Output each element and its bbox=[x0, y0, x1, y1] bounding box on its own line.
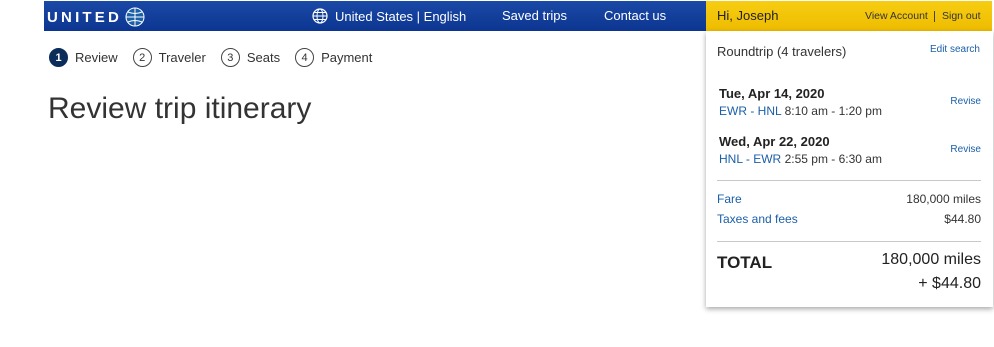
step-payment[interactable]: 4 Payment bbox=[295, 48, 372, 67]
segment-times: 2:55 pm - 6:30 am bbox=[784, 152, 882, 166]
step-traveler[interactable]: 2 Traveler bbox=[132, 48, 206, 67]
step-number: 1 bbox=[49, 48, 68, 67]
view-account-link[interactable]: View Account bbox=[865, 1, 928, 31]
edit-search-link[interactable]: Edit search bbox=[930, 44, 980, 55]
revise-link[interactable]: Revise bbox=[950, 96, 981, 107]
segment-date: Tue, Apr 14, 2020 bbox=[719, 86, 825, 101]
revise-link[interactable]: Revise bbox=[950, 144, 981, 155]
fare-value: 180,000 miles bbox=[906, 192, 981, 206]
account-bar: Hi, Joseph View Account Sign out bbox=[706, 1, 992, 31]
flight-segment: Tue, Apr 14, 2020 EWR - HNL 8:10 am - 1:… bbox=[719, 86, 981, 118]
united-logo[interactable]: UNITED bbox=[47, 7, 145, 27]
user-greeting: Hi, Joseph bbox=[717, 8, 779, 23]
divider bbox=[717, 241, 981, 242]
account-divider bbox=[934, 11, 935, 22]
locale-selector[interactable]: United States | English bbox=[312, 1, 466, 31]
segment-route-link[interactable]: EWR - HNL bbox=[719, 104, 781, 118]
locale-label: United States | English bbox=[335, 8, 467, 24]
total-cash: + $44.80 bbox=[918, 275, 981, 292]
step-label: Seats bbox=[246, 50, 281, 65]
step-seats[interactable]: 3 Seats bbox=[220, 48, 281, 67]
step-label: Payment bbox=[321, 50, 373, 65]
fare-label[interactable]: Fare bbox=[717, 192, 742, 206]
step-number: 2 bbox=[132, 48, 152, 67]
total-label: TOTAL bbox=[717, 253, 773, 272]
step-label: Review bbox=[75, 50, 118, 65]
globe-icon bbox=[312, 8, 328, 24]
contact-us-link[interactable]: Contact us bbox=[604, 1, 666, 31]
sign-out-link[interactable]: Sign out bbox=[942, 1, 981, 31]
fare-row: Fare 180,000 miles bbox=[717, 192, 981, 206]
divider bbox=[717, 180, 981, 181]
trip-summary-panel: Roundtrip (4 travelers) Edit search Tue,… bbox=[706, 31, 993, 307]
step-label: Traveler bbox=[158, 50, 206, 65]
flight-segment: Wed, Apr 22, 2020 HNL - EWR 2:55 pm - 6:… bbox=[719, 134, 981, 166]
page: UNITED United States | English Saved tri… bbox=[0, 0, 994, 347]
taxes-row: Taxes and fees $44.80 bbox=[717, 212, 981, 226]
logo-text: UNITED bbox=[47, 8, 123, 26]
segment-date: Wed, Apr 22, 2020 bbox=[719, 134, 830, 149]
segment-detail: HNL - EWR 2:55 pm - 6:30 am bbox=[719, 152, 981, 166]
trip-type-heading: Roundtrip (4 travelers) bbox=[717, 44, 847, 59]
segment-route-link[interactable]: HNL - EWR bbox=[719, 152, 781, 166]
total-miles: 180,000 miles bbox=[881, 251, 981, 268]
top-nav-bar: UNITED United States | English Saved tri… bbox=[44, 1, 706, 31]
checkout-steps: 1 Review 2 Traveler 3 Seats 4 Payment bbox=[49, 48, 387, 67]
taxes-label[interactable]: Taxes and fees bbox=[717, 212, 798, 226]
page-title: Review trip itinerary bbox=[48, 92, 312, 125]
taxes-value: $44.80 bbox=[944, 212, 981, 226]
saved-trips-link[interactable]: Saved trips bbox=[502, 1, 567, 31]
step-number: 3 bbox=[220, 48, 240, 67]
globe-logo-icon bbox=[125, 7, 145, 27]
step-review[interactable]: 1 Review bbox=[49, 48, 118, 67]
segment-times: 8:10 am - 1:20 pm bbox=[784, 104, 882, 118]
segment-detail: EWR - HNL 8:10 am - 1:20 pm bbox=[719, 104, 981, 118]
step-number: 4 bbox=[295, 48, 315, 67]
